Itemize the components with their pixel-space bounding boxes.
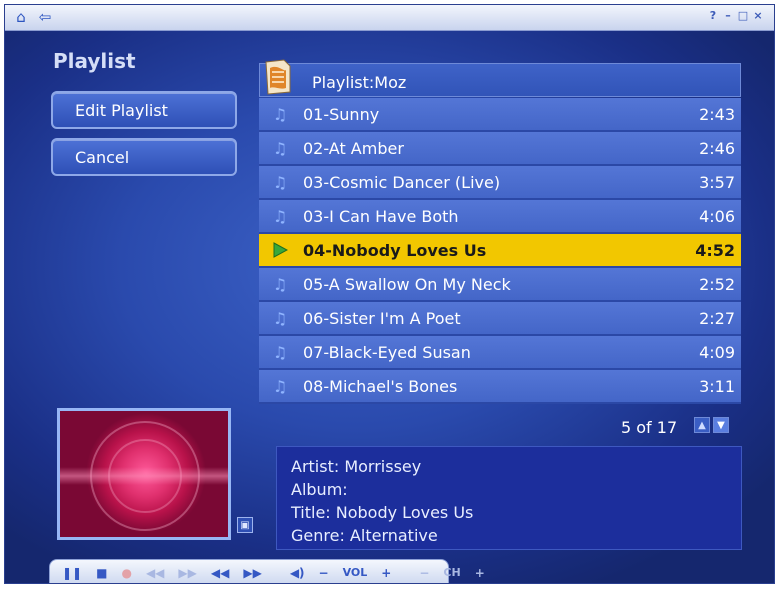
volume-up-icon[interactable]: + xyxy=(381,566,391,580)
info-album: Album: xyxy=(291,480,348,499)
track-duration: 3:57 xyxy=(699,172,735,192)
play-icon xyxy=(273,242,288,258)
track-row[interactable]: ♫ 06-Sister I'm A Poet 2:27 xyxy=(259,302,741,336)
track-row[interactable]: ♫ 03-I Can Have Both 4:06 xyxy=(259,200,741,234)
track-duration: 4:52 xyxy=(695,240,735,260)
music-note-icon: ♫ xyxy=(272,274,288,294)
info-genre: Genre: Alternative xyxy=(291,526,438,545)
track-name: 03-I Can Have Both xyxy=(303,206,459,226)
fast-forward-icon[interactable]: ▶▶ xyxy=(178,566,196,580)
channel-up-icon[interactable]: + xyxy=(475,566,485,580)
track-duration: 3:11 xyxy=(699,376,735,396)
stop-icon[interactable]: ■ xyxy=(96,566,107,580)
info-title: Title: Nobody Loves Us xyxy=(291,503,474,522)
playlist-header: Playlist:Moz xyxy=(259,59,741,97)
track-name: 05-A Swallow On My Neck xyxy=(303,274,511,294)
music-note-icon: ♫ xyxy=(272,376,288,396)
window-controls: ? – □ × xyxy=(707,9,764,22)
track-name: 02-At Amber xyxy=(303,138,404,158)
fullscreen-icon[interactable]: ▣ xyxy=(237,517,253,533)
skip-back-icon[interactable]: ◀◀ xyxy=(211,566,229,580)
home-icon[interactable]: ⌂ xyxy=(11,8,31,26)
page-counter: 5 of 17 xyxy=(621,418,678,437)
title-bar: ⌂ ⇦ ? – □ × xyxy=(5,5,774,31)
track-duration: 2:46 xyxy=(699,138,735,158)
track-name: 08-Michael's Bones xyxy=(303,376,458,396)
minimize-button[interactable]: – xyxy=(722,9,734,22)
track-duration: 2:52 xyxy=(699,274,735,294)
track-name: 04-Nobody Loves Us xyxy=(303,240,487,260)
mute-icon[interactable]: ◀) xyxy=(290,566,305,580)
playlist-name: Playlist:Moz xyxy=(312,73,407,92)
volume-label: VOL xyxy=(342,566,368,579)
page-down-chevron-icon[interactable]: ▼ xyxy=(713,417,729,433)
track-name: 07-Black-Eyed Susan xyxy=(303,342,471,362)
transport-bar: ❚❚ ■ ● ◀◀ ▶▶ ◀◀ ▶▶ ◀) − VOL + − CH + xyxy=(49,559,485,583)
back-arrow-icon[interactable]: ⇦ xyxy=(35,8,55,26)
page-up-chevron-icon[interactable]: ▲ xyxy=(694,417,710,433)
page-title: Playlist xyxy=(53,49,136,73)
track-row[interactable]: ♫ 07-Black-Eyed Susan 4:09 xyxy=(259,336,741,370)
help-button[interactable]: ? xyxy=(707,9,719,22)
track-name: 01-Sunny xyxy=(303,104,380,124)
rewind-icon[interactable]: ◀◀ xyxy=(146,566,164,580)
music-note-icon: ♫ xyxy=(272,342,288,362)
pause-icon[interactable]: ❚❚ xyxy=(62,566,82,580)
playlist-document-icon xyxy=(265,59,291,95)
channel-down-icon[interactable]: − xyxy=(419,566,429,580)
music-note-icon: ♫ xyxy=(272,104,288,124)
music-note-icon: ♫ xyxy=(272,172,288,192)
track-name: 06-Sister I'm A Poet xyxy=(303,308,461,328)
music-note-icon: ♫ xyxy=(272,206,288,226)
skip-forward-icon[interactable]: ▶▶ xyxy=(243,566,261,580)
record-icon[interactable]: ● xyxy=(121,566,131,580)
track-row-playing[interactable]: 04-Nobody Loves Us 4:52 xyxy=(259,234,741,268)
volume-down-icon[interactable]: − xyxy=(319,566,329,580)
track-duration: 2:43 xyxy=(699,104,735,124)
track-row[interactable]: ♫ 02-At Amber 2:46 xyxy=(259,132,741,166)
music-note-icon: ♫ xyxy=(272,138,288,158)
nav-buttons: ⌂ ⇦ xyxy=(11,8,55,26)
close-button[interactable]: × xyxy=(752,9,764,22)
track-row[interactable]: ♫ 05-A Swallow On My Neck 2:52 xyxy=(259,268,741,302)
track-row[interactable]: ♫ 08-Michael's Bones 3:11 xyxy=(259,370,741,404)
track-duration: 2:27 xyxy=(699,308,735,328)
music-note-icon: ♫ xyxy=(272,308,288,328)
media-center-window: ⌂ ⇦ ? – □ × Playlist Edit Playlist Cance… xyxy=(4,4,775,584)
maximize-button[interactable]: □ xyxy=(737,9,749,22)
channel-label: CH xyxy=(443,566,461,579)
cancel-button[interactable]: Cancel xyxy=(51,138,237,176)
track-duration: 4:06 xyxy=(699,206,735,226)
info-artist: Artist: Morrissey xyxy=(291,457,422,476)
track-info-panel: Artist: Morrissey Album: Title: Nobody L… xyxy=(276,446,742,550)
track-row[interactable]: ♫ 03-Cosmic Dancer (Live) 3:57 xyxy=(259,166,741,200)
track-row[interactable]: ♫ 01-Sunny 2:43 xyxy=(259,98,741,132)
album-art xyxy=(57,408,231,540)
edit-playlist-button[interactable]: Edit Playlist xyxy=(51,91,237,129)
track-name: 03-Cosmic Dancer (Live) xyxy=(303,172,501,192)
track-duration: 4:09 xyxy=(699,342,735,362)
track-list: ♫ 01-Sunny 2:43 ♫ 02-At Amber 2:46 ♫ 03-… xyxy=(259,98,741,404)
